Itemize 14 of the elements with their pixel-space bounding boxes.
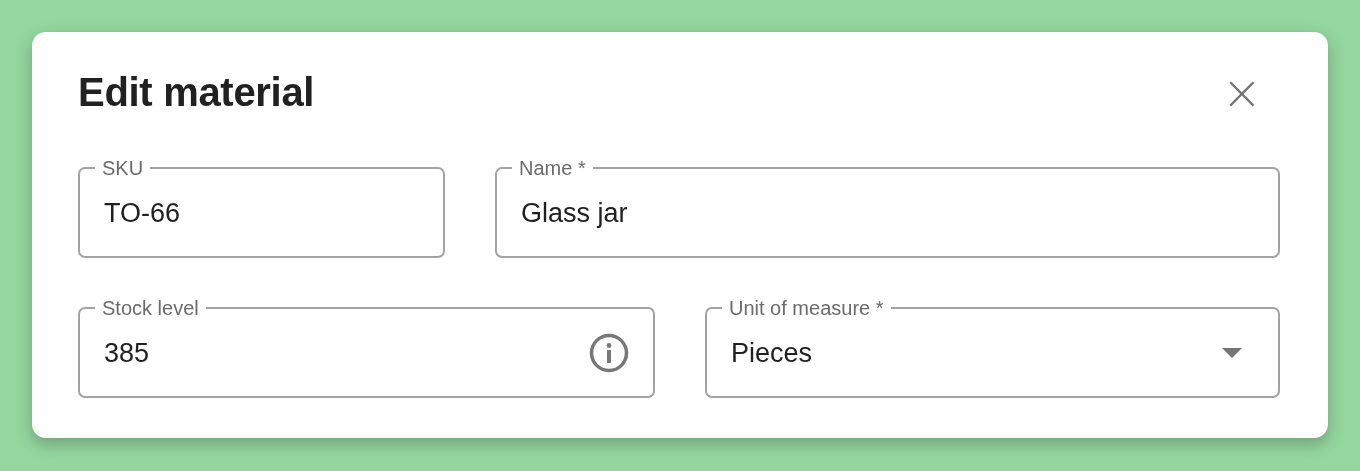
field-value: Pieces bbox=[731, 337, 814, 369]
info-icon[interactable] bbox=[589, 333, 629, 373]
field-value: 385 bbox=[104, 337, 151, 369]
field-value: Glass jar bbox=[521, 197, 629, 229]
field-value: TO-66 bbox=[104, 197, 182, 229]
input-field[interactable]: Stock level 385 bbox=[78, 297, 655, 398]
field-label: Unit of measure * bbox=[728, 297, 885, 319]
field-label: SKU bbox=[101, 157, 145, 179]
dropdown-caret-icon[interactable] bbox=[1222, 348, 1242, 358]
field-label: Name * bbox=[518, 157, 587, 179]
select-field[interactable]: Unit of measure * Pieces bbox=[705, 297, 1280, 398]
close-button[interactable]: × bbox=[1221, 72, 1262, 112]
field-label: Stock level bbox=[101, 297, 200, 319]
dialog-title: Edit material bbox=[78, 69, 315, 115]
